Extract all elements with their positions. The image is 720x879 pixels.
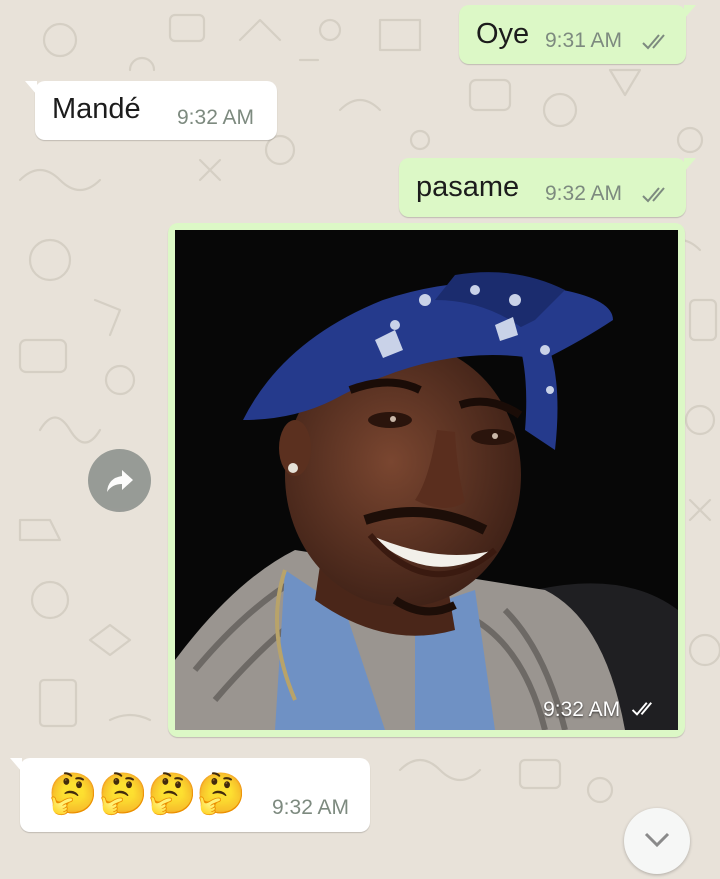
thinking-face-emoji: 🤔 bbox=[48, 772, 98, 816]
outgoing-message[interactable]: pasame 9:32 AM bbox=[399, 158, 696, 217]
message-time: 9:31 AM bbox=[545, 29, 623, 52]
portrait-photo-icon bbox=[175, 230, 678, 730]
thinking-face-emoji: 🤔 bbox=[196, 772, 246, 816]
incoming-message[interactable]: 🤔 🤔 🤔 🤔 9:32 AM bbox=[10, 758, 370, 832]
bubble-tail bbox=[684, 5, 696, 19]
message-text: Mandé bbox=[52, 93, 141, 125]
thinking-face-emoji: 🤔 bbox=[147, 772, 197, 816]
message-text: pasame bbox=[416, 171, 520, 203]
image-time: 9:32 AM bbox=[543, 698, 660, 722]
message-time: 9:32 AM bbox=[272, 796, 350, 819]
thinking-face-emoji: 🤔 bbox=[98, 772, 148, 816]
bubble-tail bbox=[10, 758, 22, 772]
read-ticks-icon bbox=[631, 702, 652, 716]
forward-arrow-icon bbox=[106, 469, 133, 492]
bubble-tail bbox=[25, 81, 37, 95]
message-time: 9:32 AM bbox=[545, 182, 623, 205]
scroll-down-icon bbox=[644, 832, 670, 848]
outgoing-message[interactable]: Oye 9:31 AM bbox=[459, 5, 696, 64]
shared-photo[interactable]: 9:32 AM bbox=[175, 230, 678, 730]
message-text: Oye bbox=[476, 18, 530, 50]
forward-button[interactable] bbox=[88, 449, 151, 512]
scroll-down-button[interactable] bbox=[624, 808, 690, 874]
read-ticks-icon bbox=[642, 187, 665, 203]
bubble-tail bbox=[684, 158, 696, 172]
incoming-message[interactable]: Mandé 9:32 AM bbox=[25, 81, 277, 140]
read-ticks-icon bbox=[642, 34, 665, 50]
message-time: 9:32 AM bbox=[177, 106, 255, 129]
